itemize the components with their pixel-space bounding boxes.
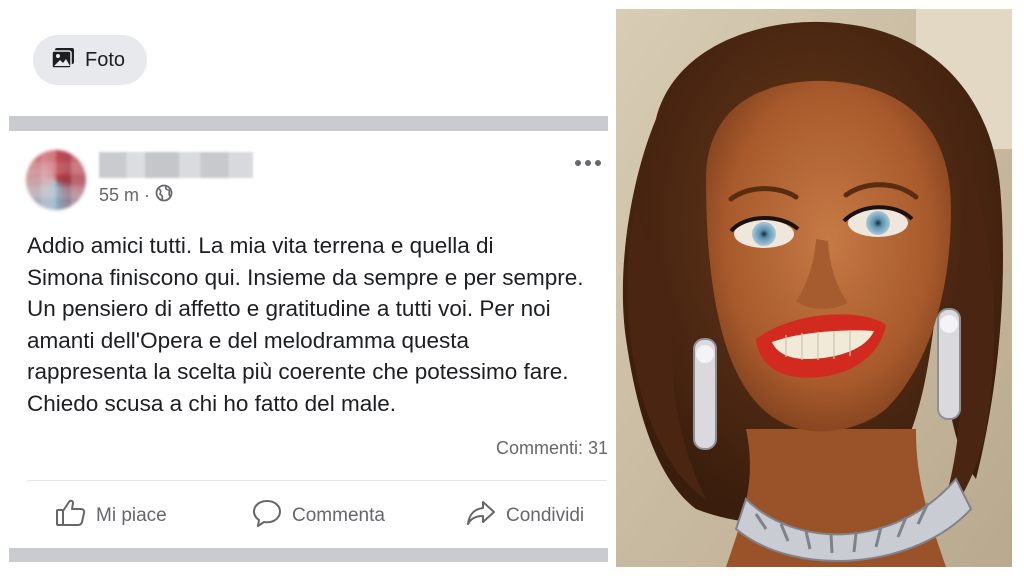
author-name-blurred[interactable] (99, 152, 253, 178)
avatar[interactable] (26, 150, 86, 210)
facebook-post-panel: Foto 55 m · Addio amici tutti. La mia vi… (0, 0, 615, 576)
comment-label: Commenta (292, 505, 385, 526)
section-divider (9, 116, 608, 131)
globe-icon (155, 184, 173, 207)
post-time[interactable]: 55 m (99, 185, 139, 206)
comment-button[interactable]: Commenta (251, 498, 385, 534)
share-button[interactable]: Condividi (465, 498, 584, 534)
more-icon[interactable] (574, 156, 602, 168)
comment-icon (251, 498, 283, 534)
meta-separator: · (144, 185, 151, 205)
share-label: Condividi (506, 505, 585, 526)
share-icon (465, 498, 497, 534)
portrait-photo (616, 9, 1012, 567)
post-meta: 55 m · (99, 184, 173, 207)
photo-button[interactable]: Foto (33, 35, 147, 85)
comments-count[interactable]: Commenti: 31 (496, 438, 608, 459)
actions-divider (27, 480, 607, 481)
thumbs-up-icon (55, 498, 87, 534)
like-label: Mi piace (96, 505, 167, 526)
photo-icon (51, 47, 75, 74)
photo-button-label: Foto (85, 48, 126, 71)
like-button[interactable]: Mi piace (55, 498, 167, 534)
section-divider-bottom (9, 548, 608, 562)
post-text: Addio amici tutti. La mia vita terrena e… (27, 233, 584, 416)
